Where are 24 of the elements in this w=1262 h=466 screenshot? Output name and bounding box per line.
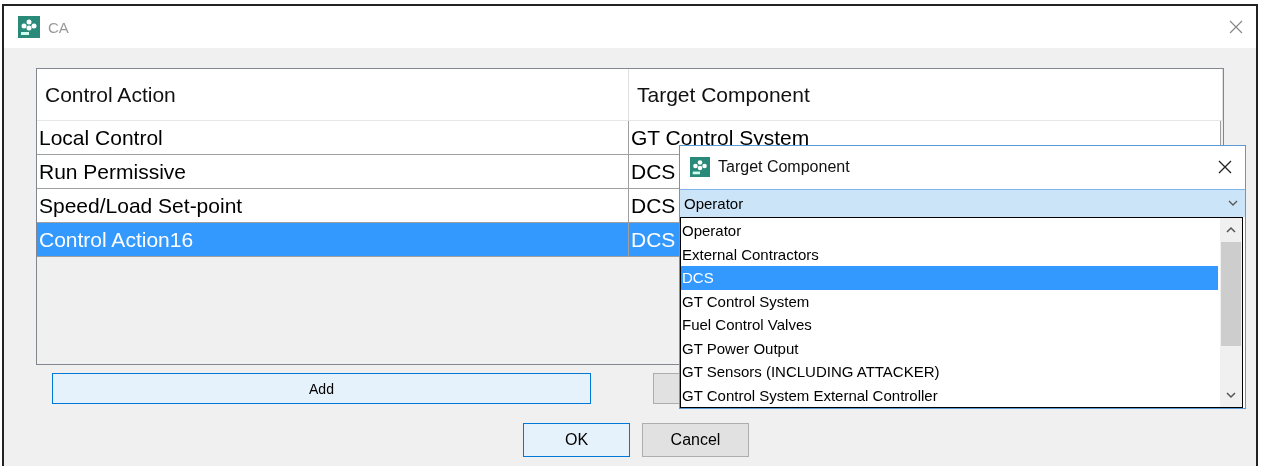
list-item[interactable]: GT Control System	[681, 289, 1218, 313]
list-item[interactable]: GT Sensors (INCLUDING ATTACKER)	[681, 360, 1218, 384]
popup-title: Target Component	[718, 158, 851, 177]
app-logo-icon	[18, 16, 40, 38]
scroll-thumb[interactable]	[1221, 242, 1241, 346]
window-title: CA	[48, 18, 70, 36]
table-cell[interactable]: Run Permissive	[37, 155, 629, 189]
list-item[interactable]: Operator	[681, 219, 1218, 243]
list-item[interactable]: Fuel Control Valves	[681, 313, 1218, 337]
ok-button[interactable]: OK	[523, 423, 630, 457]
cancel-button[interactable]: Cancel	[642, 423, 749, 457]
scrollbar[interactable]	[1220, 218, 1242, 407]
app-logo-icon	[690, 157, 710, 178]
close-icon[interactable]	[1217, 159, 1233, 176]
list-item[interactable]: External Contractors	[681, 242, 1218, 266]
column-header[interactable]: Target Component	[629, 69, 1223, 121]
list-item[interactable]: GT Power Output	[681, 336, 1218, 360]
scroll-down-icon[interactable]	[1225, 389, 1237, 401]
combo-box[interactable]: Operator	[680, 188, 1245, 217]
table-cell[interactable]: Speed/Load Set-point	[37, 189, 629, 223]
add-button[interactable]: Add	[52, 373, 591, 404]
table-cell[interactable]: Local Control	[37, 121, 629, 155]
column-header[interactable]: Control Action	[37, 69, 629, 121]
list-item[interactable]: GT Control System External Controller	[681, 383, 1218, 407]
